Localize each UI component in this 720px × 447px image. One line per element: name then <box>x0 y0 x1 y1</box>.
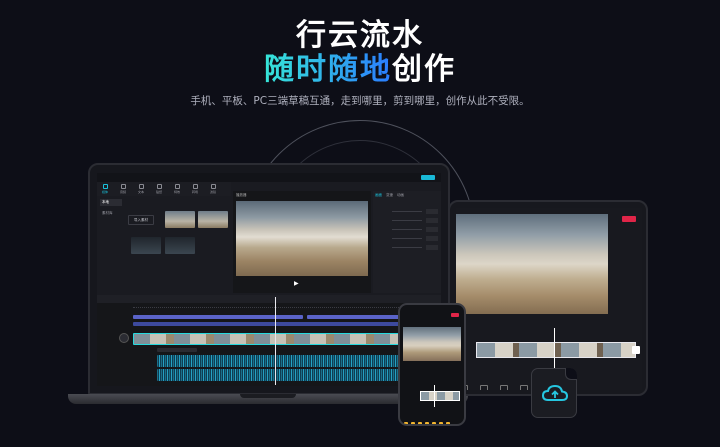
property-row <box>376 236 438 241</box>
cloud-icon <box>541 384 569 401</box>
hero-title-highlight: 随时随地 <box>264 52 392 87</box>
tool-text: 文本 <box>135 184 147 194</box>
audio-icon <box>120 184 126 189</box>
library-tab-local: 本地 <box>100 199 122 206</box>
effects-icon <box>174 184 180 189</box>
tablet-device <box>448 200 648 396</box>
properties-panel: 画面 变速 动画 <box>373 191 441 293</box>
tool-transition: 转场 <box>189 184 201 194</box>
audio-waveform <box>157 369 433 381</box>
phone-device <box>398 303 466 426</box>
hero-subtitle: 手机、平板、PC三端草稿互通，走到哪里，剪到哪里，创作从此不受限。 <box>190 95 530 107</box>
laptop-notch <box>240 394 296 398</box>
tool-icon <box>480 385 488 390</box>
media-thumbnail <box>131 237 161 254</box>
hero-title-line2: 随时随地创作 <box>0 44 720 88</box>
main-video-clip <box>133 333 433 345</box>
tool-effects: 特效 <box>171 184 183 194</box>
export-button <box>421 175 435 180</box>
tablet-editor-screen <box>456 208 642 390</box>
media-thumbnail <box>165 237 195 254</box>
preview-player: 播放器 ▶ <box>233 191 371 293</box>
tool-icon <box>439 422 443 424</box>
timeline-toolbar <box>97 295 441 303</box>
sticker-icon <box>156 184 162 189</box>
audio-waveform <box>157 355 433 367</box>
property-row <box>376 245 438 250</box>
phone-toolbar <box>404 411 464 424</box>
tablet-export-button <box>622 216 636 222</box>
add-clip-icon <box>632 346 640 354</box>
media-library-panel: 本地 素材库 导入素材 <box>97 196 231 293</box>
editor-title-bar <box>97 173 441 191</box>
phone-export-button <box>451 313 459 317</box>
tool-audio: 音频 <box>117 184 129 194</box>
tool-icon <box>425 422 429 424</box>
timeline-playhead <box>275 297 276 385</box>
prop-tab-picture: 画面 <box>375 193 382 197</box>
media-thumbnail <box>198 211 228 228</box>
properties-tabs: 画面 变速 动画 <box>375 193 408 198</box>
phone-video-clip <box>420 391 460 401</box>
library-tab-materials: 素材库 <box>102 211 113 215</box>
text-track-clip <box>133 315 303 319</box>
tool-media: 媒体 <box>99 184 111 194</box>
tool-icon <box>418 422 422 424</box>
tool-icon <box>446 422 450 424</box>
filter-icon <box>210 184 216 189</box>
text-icon <box>138 184 144 189</box>
player-controls: ▶ <box>236 279 368 289</box>
property-row <box>376 227 438 232</box>
tool-filter: 滤镜 <box>207 184 219 194</box>
cover-icon <box>119 333 129 343</box>
audio-label <box>157 348 197 352</box>
tool-sticker: 贴纸 <box>153 184 165 194</box>
tool-icon <box>432 422 436 424</box>
tool-icon <box>411 422 415 424</box>
timeline <box>97 297 441 386</box>
laptop-device: 媒体 音频 文本 贴纸 特效 转场 滤镜 本地 素材库 导入素材 播放器 ▶ 画… <box>88 163 450 395</box>
import-media-button: 导入素材 <box>128 215 154 225</box>
preview-frame-image <box>236 201 368 276</box>
editor-toolbar: 媒体 音频 文本 贴纸 特效 转场 滤镜 <box>97 182 231 196</box>
cloud-draft-file <box>531 368 577 418</box>
laptop-editor-screen: 媒体 音频 文本 贴纸 特效 转场 滤镜 本地 素材库 导入素材 播放器 ▶ 画… <box>97 173 441 386</box>
player-label: 播放器 <box>236 193 247 197</box>
tool-icon <box>500 385 508 390</box>
media-icon <box>102 184 108 189</box>
prop-tab-animation: 动画 <box>397 193 404 197</box>
media-thumbnail <box>165 211 195 228</box>
transition-icon <box>192 184 198 189</box>
phone-preview-image <box>403 327 461 361</box>
property-row <box>376 218 438 223</box>
library-sidebar: 本地 素材库 <box>100 199 122 221</box>
phone-playhead <box>434 385 435 407</box>
hero-title-rest: 创作 <box>392 52 456 87</box>
tablet-video-clip <box>476 342 636 358</box>
timeline-ruler <box>133 304 433 308</box>
play-icon: ▶ <box>294 280 299 287</box>
tool-icon <box>520 385 528 390</box>
tool-icon <box>404 422 408 424</box>
prop-tab-speed: 变速 <box>386 193 393 197</box>
tablet-playhead <box>554 328 555 372</box>
tablet-preview-image <box>456 214 608 314</box>
property-row <box>376 209 438 214</box>
effect-track-clip <box>133 322 433 326</box>
